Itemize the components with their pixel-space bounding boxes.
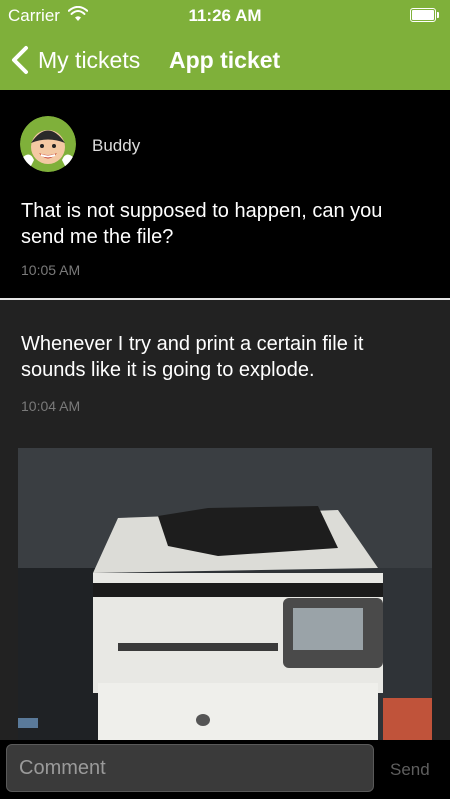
message-time: 10:05 AM [21,262,81,278]
comment-input[interactable] [6,744,374,792]
status-time: 11:26 AM [188,6,262,25]
header: Carrier 11:26 AM My tickets App ticket [0,0,450,90]
back-label: My tickets [38,46,141,73]
message-text: Whenever I try and print a certain file … [21,333,364,381]
status-bar: Carrier 11:26 AM [0,0,450,30]
message-item: Whenever I try and print a certain file … [0,300,450,748]
message-item: Buddy That is not supposed to happen, ca… [0,90,450,298]
comment-bar: Send [0,740,450,799]
avatar [20,116,76,172]
attachment-photo[interactable] [18,448,432,748]
battery-icon [410,8,440,22]
app-screen: Carrier 11:26 AM My tickets App ticket B… [0,0,450,799]
send-button[interactable]: Send [390,760,430,780]
page-title: App ticket [169,47,281,73]
nav-bar: My tickets App ticket [0,30,450,90]
sender-name: Buddy [92,136,141,155]
back-button[interactable]: My tickets [8,40,140,80]
message-time: 10:04 AM [21,398,81,414]
message-text: That is not supposed to happen, can you … [21,200,383,248]
chevron-left-icon [12,46,28,74]
